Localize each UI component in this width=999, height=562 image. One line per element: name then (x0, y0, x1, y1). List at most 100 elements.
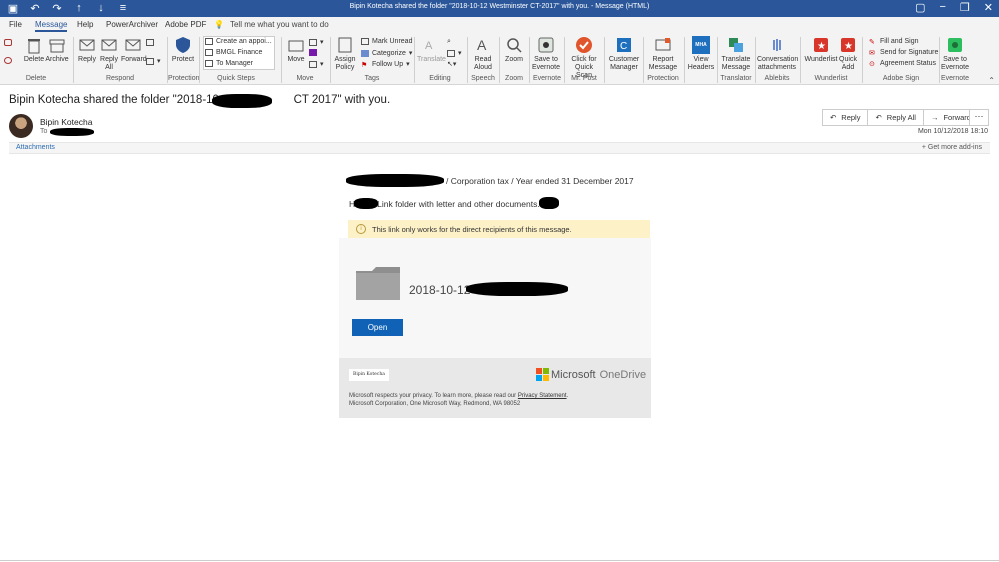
privacy-text: Microsoft respects your privacy. To lear… (349, 393, 569, 407)
fill-and-sign-button[interactable]: ✎ Fill and Sign (869, 38, 919, 46)
reply-action-button[interactable]: ↶ Reply (822, 109, 869, 126)
attachments-link[interactable]: Attachments (16, 144, 55, 151)
reply-all-action-button[interactable]: ↶ Reply All (867, 109, 924, 126)
ignore-icon[interactable] (4, 39, 12, 46)
collapse-ribbon-icon[interactable]: ⌃ (988, 76, 995, 85)
sender-signature-image: Bipin Kotecha (349, 369, 389, 381)
group-tags: Tags (364, 75, 380, 82)
meeting-icon[interactable] (146, 39, 154, 46)
tell-me-search[interactable]: 💡 Tell me what you want to do (214, 20, 329, 29)
attachments-bar: Attachments + Get more add-ins (9, 142, 990, 154)
evernote-green-icon (948, 38, 962, 52)
customer-manager-button[interactable]: C Customer Manager (607, 36, 641, 72)
send-for-signature-button[interactable]: ✉ Send for Signature (869, 49, 938, 57)
archive-icon (49, 39, 65, 53)
translate-message-button[interactable]: Translate Message (719, 36, 753, 72)
translate-button[interactable]: A Translate (417, 36, 446, 64)
save-to-evernote-button-2[interactable]: Save to Evernote (941, 36, 969, 72)
info-icon: i (356, 224, 366, 234)
redaction-mark (354, 198, 378, 209)
lightbulb-icon: 💡 (214, 20, 224, 29)
click-for-quick-scan-button[interactable]: Click for Quick Scan (567, 36, 601, 80)
divider (684, 37, 685, 83)
group-evernote-2: Evernote (940, 75, 970, 82)
mark-unread-button[interactable]: Mark Unread (361, 38, 412, 45)
move-button[interactable]: Move (285, 36, 307, 64)
report-message-button[interactable]: Report Message (646, 36, 680, 72)
tab-help[interactable]: Help (77, 20, 93, 29)
reply-button[interactable]: Reply (76, 36, 98, 64)
divider (755, 37, 756, 83)
tab-adobe-pdf[interactable]: Adobe PDF (165, 20, 206, 29)
svg-text:★: ★ (844, 41, 853, 52)
forward-arrow-icon: → (930, 113, 939, 122)
agreement-status-button[interactable]: ⊙ Agreement Status (869, 60, 936, 68)
quick-step-bmgl-finance[interactable]: BMGL Finance (205, 49, 262, 56)
redaction-mark (212, 94, 272, 108)
window-controls: ▢ − ❐ ✕ (915, 1, 993, 14)
group-ablebits: Ablebits (764, 75, 790, 82)
categorize-button[interactable]: Categorize ▾ (361, 49, 412, 57)
assign-policy-button[interactable]: Assign Policy (333, 36, 357, 72)
more-respond-icon[interactable]: ▾ (146, 57, 161, 65)
group-move: Move (296, 75, 314, 82)
zoom-button[interactable]: Zoom (502, 36, 526, 64)
onenote-icon[interactable] (309, 49, 317, 56)
rules-icon[interactable]: ▾ (309, 38, 324, 46)
tab-powerarchiver[interactable]: PowerArchiver (106, 20, 158, 29)
group-zoom: Zoom (505, 75, 523, 82)
ribbon: Delete Archive Delete Reply Reply All Fo… (0, 33, 999, 85)
divider (564, 37, 565, 83)
privacy-statement-link[interactable]: Privacy Statement (518, 393, 567, 399)
quick-step-create-appointment[interactable]: Create an appoi... (205, 38, 272, 45)
get-more-addins-link[interactable]: + Get more add-ins (922, 144, 982, 151)
title-bar: ▣ ↶ ↷ ↑ ↓ ≡ Bipin Kotecha shared the fol… (0, 0, 999, 17)
quick-step-to-manager[interactable]: To Manager (205, 60, 253, 67)
more-actions-button[interactable]: ··· (969, 109, 989, 126)
microsoft-logo-icon (536, 368, 549, 381)
tab-message[interactable]: Message (35, 20, 68, 32)
group-adobe-sign: Adobe Sign (882, 75, 920, 82)
reply-all-arrow-icon: ↶ (875, 113, 882, 122)
delete-button[interactable]: Delete (22, 36, 46, 64)
ribbon-display-icon[interactable]: ▢ (915, 1, 925, 14)
folder-icon (356, 267, 400, 300)
sender-name[interactable]: Bipin Kotecha (40, 117, 92, 127)
junk-icon[interactable] (4, 57, 12, 64)
share-path: / Corporation tax / Year ended 31 Decemb… (446, 176, 634, 186)
message-date: Mon 10/12/2018 18:10 (917, 128, 988, 135)
actions-icon[interactable]: ▾ (309, 60, 324, 68)
magnifier-icon (507, 38, 522, 53)
read-aloud-button[interactable]: A Read Aloud (470, 36, 496, 72)
open-folder-button[interactable]: Open (352, 319, 403, 336)
divider (862, 37, 863, 83)
group-translator: Translator (720, 75, 752, 82)
attachments-icon (773, 39, 781, 51)
close-icon[interactable]: ✕ (984, 1, 993, 14)
protect-button[interactable]: Protect (170, 36, 196, 64)
reply-all-button[interactable]: Reply All (99, 36, 119, 72)
avatar[interactable] (9, 114, 33, 138)
group-quick-steps: Quick Steps (217, 75, 255, 82)
reply-icon (79, 39, 95, 51)
archive-button[interactable]: Archive (44, 36, 70, 64)
select-icon[interactable]: ↖▾ (447, 60, 456, 68)
related-icon[interactable]: ▾ (447, 49, 462, 57)
message-subject: Bipin Kotecha shared the folder "2018-10… (9, 94, 391, 106)
quick-add-button[interactable]: ★ Quick Add (838, 36, 858, 72)
restore-icon[interactable]: ❐ (960, 1, 970, 14)
shared-folder-name[interactable]: 2018-10-12 (409, 283, 470, 297)
follow-up-button[interactable]: ⚑ Follow Up ▾ (361, 60, 410, 69)
wunderlist-button[interactable]: ★ Wunderlist (804, 36, 838, 64)
recipient-notice: i This link only works for the direct re… (348, 220, 650, 238)
forward-button[interactable]: Forward (121, 36, 147, 64)
save-to-evernote-button[interactable]: Save to Evernote (532, 36, 560, 72)
redaction-mark (50, 128, 94, 136)
move-folder-icon (288, 40, 304, 52)
minimize-icon[interactable]: − (939, 1, 945, 14)
tab-file[interactable]: File (9, 20, 22, 29)
find-icon[interactable]: ⌕ (447, 38, 451, 46)
svg-text:C: C (620, 41, 627, 52)
conversation-attachments-button[interactable]: Conversation attachments (757, 36, 798, 72)
view-headers-button[interactable]: MHA View Headers (687, 36, 715, 72)
